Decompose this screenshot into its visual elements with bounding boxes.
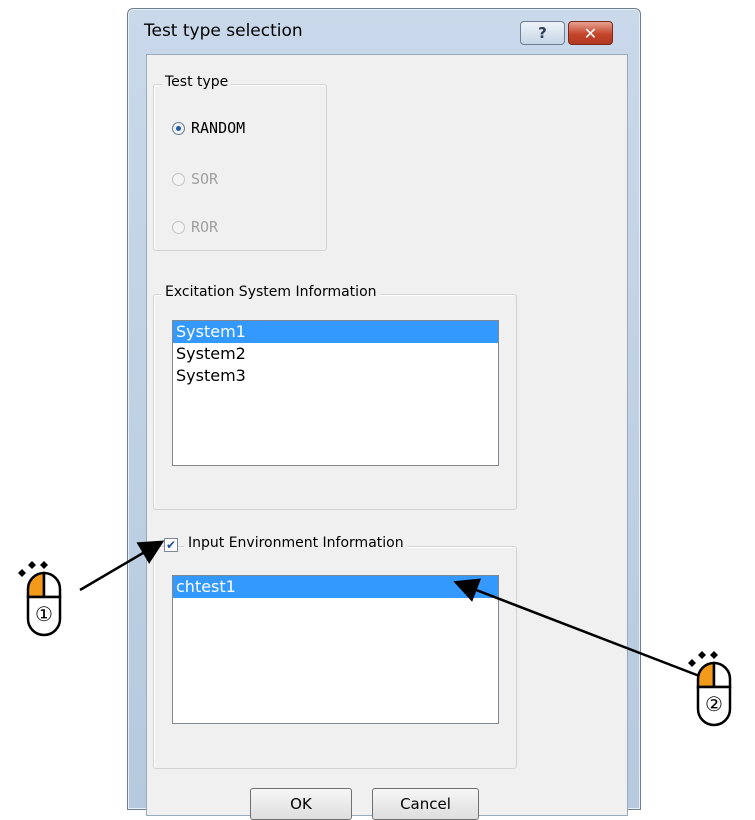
mouse-left-click-icon: ① — [18, 561, 62, 637]
callout-1-number: ① — [35, 602, 53, 626]
callout-arrows — [79, 540, 716, 684]
callout-2-number: ② — [705, 692, 723, 716]
callout-2: ② — [688, 651, 746, 727]
arrow-to-checkbox — [79, 540, 165, 592]
callout-1: ① — [16, 561, 62, 637]
mouse-left-click-icon: ② — [688, 651, 732, 727]
